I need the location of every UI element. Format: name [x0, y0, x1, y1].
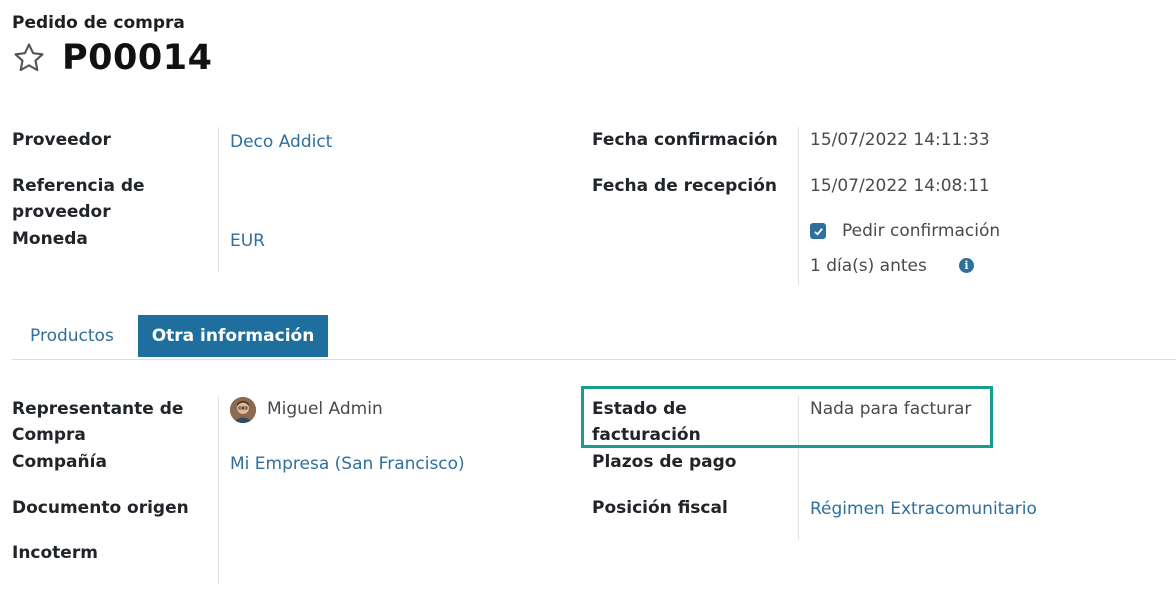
fecha-recepcion-value: 15/07/2022 14:08:11 — [810, 176, 990, 196]
pedir-confirmacion-label: Pedir confirmación — [842, 221, 1001, 241]
highlight-box — [581, 386, 993, 448]
title-row: P00014 — [12, 38, 212, 78]
column-divider-bottom — [218, 396, 219, 584]
proveedor-label: Proveedor — [12, 130, 111, 150]
representante-label: Representante de Compra — [12, 399, 184, 445]
dias-antes-value[interactable]: 1 día(s) antes — [810, 253, 927, 279]
checkmark-icon — [813, 227, 823, 236]
plazos-pago-label: Plazos de pago — [592, 452, 737, 472]
tab-productos[interactable]: Productos — [30, 315, 114, 357]
fecha-confirmacion-label: Fecha confirmación — [592, 130, 778, 150]
representante-value[interactable]: Miguel Admin — [267, 396, 383, 422]
info-icon[interactable]: i — [959, 258, 974, 273]
moneda-value[interactable]: EUR — [230, 228, 265, 254]
column-divider-right — [798, 127, 799, 285]
fecha-recepcion-label: Fecha de recepción — [592, 176, 778, 196]
proveedor-value[interactable]: Deco Addict — [230, 129, 332, 155]
record-name: P00014 — [62, 38, 213, 78]
star-outline-icon[interactable] — [12, 41, 46, 75]
breadcrumb: Pedido de compra — [12, 13, 185, 33]
tab-bar: Productos Otra información — [12, 315, 1176, 360]
ref-proveedor-label: Referencia de proveedor — [12, 176, 145, 222]
documento-origen-label: Documento origen — [12, 498, 189, 518]
incoterm-label: Incoterm — [12, 543, 98, 563]
fecha-confirmacion-value: 15/07/2022 14:11:33 — [810, 130, 990, 150]
avatar — [230, 397, 256, 423]
column-divider — [218, 127, 219, 272]
posicion-fiscal-label: Posición fiscal — [592, 498, 728, 518]
moneda-label: Moneda — [12, 229, 88, 249]
tab-otra-informacion[interactable]: Otra información — [138, 315, 328, 357]
posicion-fiscal-value[interactable]: Régimen Extracomunitario — [810, 496, 1037, 522]
pedir-confirmacion-checkbox[interactable] — [810, 223, 826, 239]
compania-value[interactable]: Mi Empresa (San Francisco) — [230, 451, 465, 477]
compania-label: Compañía — [12, 452, 107, 472]
